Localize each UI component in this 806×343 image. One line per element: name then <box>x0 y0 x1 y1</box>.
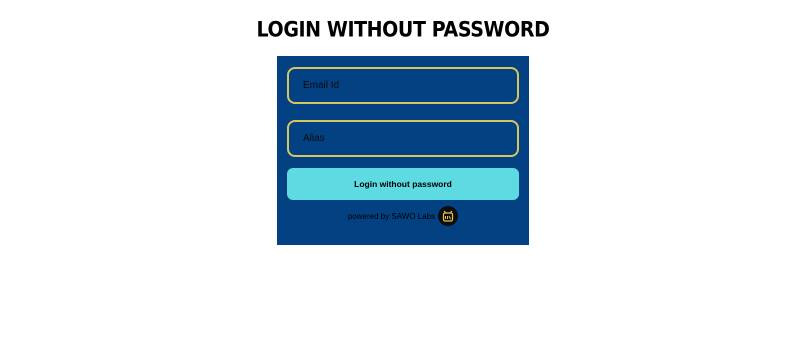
sawo-labs-logo-icon[interactable] <box>438 206 459 226</box>
email-input[interactable] <box>287 67 519 104</box>
page-title: LOGIN WITHOUT PASSWORD <box>256 17 550 43</box>
powered-by-row: powered by SAWO Labs <box>277 206 529 226</box>
login-page: LOGIN WITHOUT PASSWORD Login without pas… <box>0 0 806 343</box>
sawo-logo-glyph <box>443 210 454 222</box>
login-card: Login without password powered by SAWO L… <box>277 56 529 245</box>
powered-by-text: powered by SAWO Labs <box>347 211 436 221</box>
login-without-password-button[interactable]: Login without password <box>287 168 519 200</box>
alias-input[interactable] <box>287 120 519 157</box>
